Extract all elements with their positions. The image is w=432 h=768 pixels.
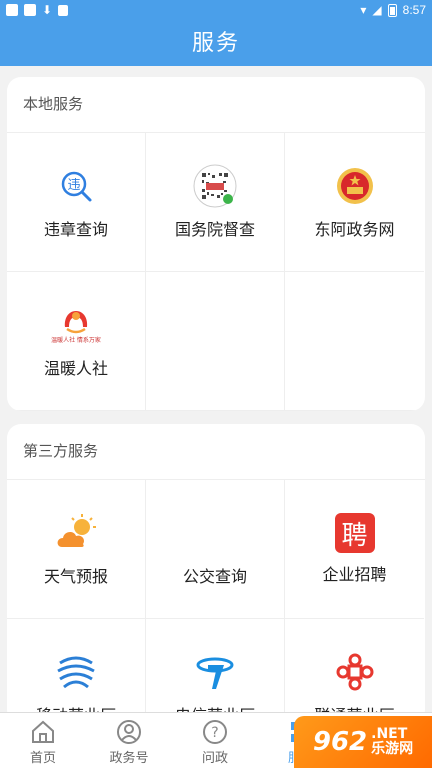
china-mobile-icon bbox=[54, 650, 98, 694]
section-title: 本地服务 bbox=[7, 77, 425, 133]
recruitment-icon: 聘 bbox=[334, 513, 375, 553]
tab-inquiry[interactable]: ? 问政 bbox=[172, 713, 258, 768]
service-bus-query[interactable]: 公交查询 bbox=[146, 480, 285, 619]
page-title: 服务 bbox=[0, 20, 432, 66]
bus-icon bbox=[193, 511, 237, 555]
service-state-council[interactable]: 国务院督查 bbox=[146, 133, 285, 272]
service-weather[interactable]: 天气预报 bbox=[7, 480, 146, 619]
svg-text:违: 违 bbox=[67, 178, 80, 193]
home-icon bbox=[32, 720, 54, 743]
china-telecom-icon bbox=[193, 650, 237, 694]
local-services-card: 本地服务 违 违章查询 国务院督查 东阿政务网 温暖人社 情系万家 温暖人社 bbox=[7, 77, 425, 411]
china-unicom-icon bbox=[333, 650, 377, 694]
warm-hr-slogan: 温暖人社 情系万家 bbox=[51, 337, 101, 344]
watermark-number: 962 bbox=[312, 727, 368, 757]
service-china-telecom[interactable]: 电信营业厅 bbox=[146, 619, 285, 724]
warm-hr-icon: 温暖人社 情系万家 bbox=[51, 303, 101, 347]
notification-icon bbox=[24, 4, 36, 16]
watermark-text: .NET 乐游网 bbox=[371, 726, 414, 757]
service-donge-gov[interactable]: 东阿政务网 bbox=[285, 133, 424, 272]
weather-icon bbox=[54, 511, 98, 555]
download-icon: ⬇ bbox=[42, 3, 53, 17]
national-emblem-icon bbox=[333, 164, 377, 208]
tab-label: 问政 bbox=[201, 750, 228, 765]
tab-label: 首页 bbox=[29, 750, 56, 765]
service-label: 天气预报 bbox=[43, 569, 108, 586]
service-label: 温暖人社 bbox=[43, 361, 108, 378]
service-label: 违章查询 bbox=[43, 222, 108, 239]
qr-code-icon bbox=[193, 164, 237, 208]
status-bar: ⬇ ▾ ◢ 8:57 bbox=[0, 0, 432, 20]
tab-gov-accounts[interactable]: 政务号 bbox=[86, 713, 172, 768]
service-china-mobile[interactable]: 移动营业厅 bbox=[7, 619, 146, 724]
service-label: 公交查询 bbox=[182, 569, 247, 586]
signal-icon: ◢ bbox=[372, 3, 382, 17]
service-label: 国务院督查 bbox=[174, 222, 255, 239]
tab-home[interactable]: 首页 bbox=[0, 713, 86, 768]
svg-text:?: ? bbox=[211, 725, 218, 741]
wifi-icon: ▾ bbox=[360, 3, 367, 17]
empty-cell bbox=[285, 272, 424, 411]
service-violation-query[interactable]: 违 违章查询 bbox=[7, 133, 146, 272]
violation-icon: 违 bbox=[54, 164, 98, 208]
service-recruitment[interactable]: 聘 企业招聘 bbox=[285, 480, 424, 619]
question-icon: ? bbox=[203, 720, 227, 744]
service-label: 企业招聘 bbox=[322, 567, 387, 584]
section-title: 第三方服务 bbox=[7, 424, 425, 480]
service-label: 东阿政务网 bbox=[314, 222, 395, 239]
service-china-unicom[interactable]: 联通营业厅 bbox=[285, 619, 424, 724]
user-icon bbox=[117, 720, 141, 744]
third-party-services-card: 第三方服务 天气预报 公交查询 聘 企业招聘 bbox=[7, 424, 425, 724]
service-warm-hr[interactable]: 温暖人社 情系万家 温暖人社 bbox=[7, 272, 146, 411]
battery-icon bbox=[387, 3, 397, 17]
tab-label: 政务号 bbox=[109, 750, 149, 765]
watermark-logo: 962 .NET 乐游网 bbox=[294, 716, 432, 768]
clock: 8:57 bbox=[402, 3, 426, 17]
empty-cell bbox=[146, 272, 285, 411]
notification-icon bbox=[6, 4, 18, 16]
notification-icon bbox=[58, 4, 69, 16]
